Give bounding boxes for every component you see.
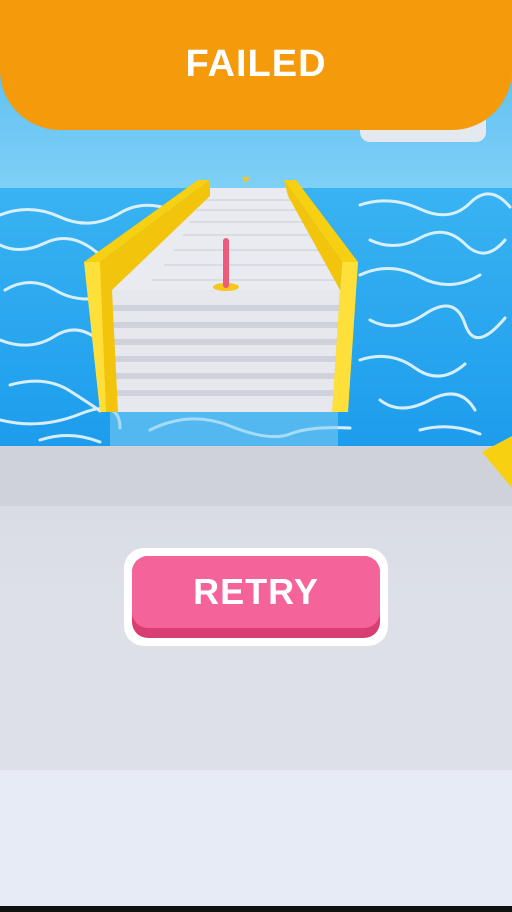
- failed-banner: FAILED: [0, 0, 512, 130]
- pole: [223, 238, 229, 288]
- retry-button-label: RETRY: [193, 571, 319, 612]
- retry-button[interactable]: RETRY: [132, 556, 380, 638]
- retry-button-frame: RETRY: [124, 548, 388, 646]
- retry-button-face: RETRY: [132, 556, 380, 628]
- floor-top: [0, 446, 512, 506]
- floor-band-2: [0, 770, 512, 906]
- game-scene: [0, 0, 512, 906]
- bottom-edge: [0, 906, 512, 912]
- game-screen: FAILED RETRY: [0, 0, 512, 912]
- track-reflection: [110, 412, 338, 448]
- failed-title: FAILED: [185, 43, 327, 85]
